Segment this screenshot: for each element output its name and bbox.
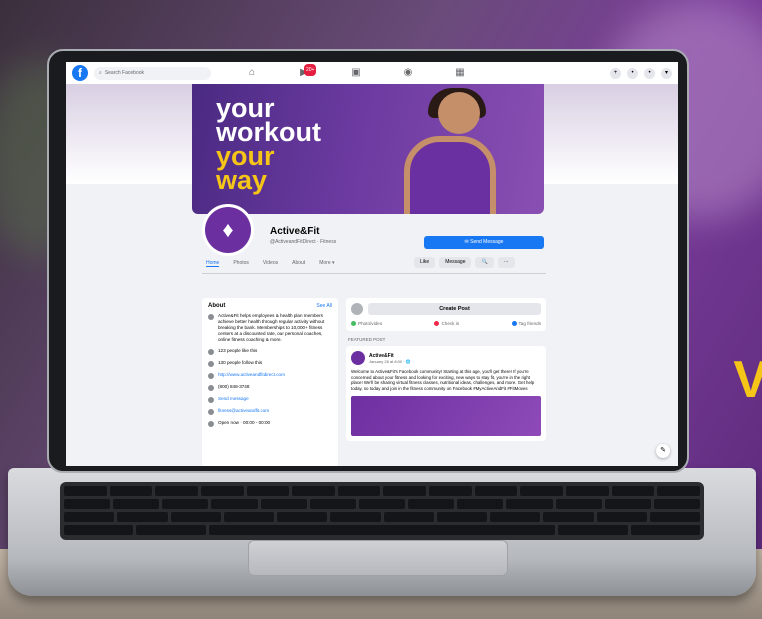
facebook-topbar: f ⌕ Search Facebook ⌂ ▶20+ ▣ ◉ ▦ + • • ▾: [66, 62, 678, 84]
clock-icon: [208, 421, 214, 427]
brand-logo-icon: ♦: [205, 207, 251, 253]
laptop-trackpad: [248, 540, 508, 576]
search-placeholder: Search Facebook: [104, 70, 145, 76]
send-message-link[interactable]: Send message: [218, 396, 249, 403]
post-timestamp[interactable]: January 28 at 8:00 · 🌐: [369, 359, 411, 364]
tab-videos[interactable]: Videos: [263, 260, 278, 267]
about-card: About See All Active&Fit helps employees…: [202, 298, 338, 466]
more-options-button[interactable]: ···: [497, 257, 515, 268]
phone-icon: [208, 385, 214, 391]
see-all-link[interactable]: See All: [316, 303, 332, 309]
photo-video-label: Photo/video: [358, 321, 383, 326]
cover-photo: your workout your way: [192, 84, 544, 214]
laptop-keyboard: [60, 482, 704, 540]
avatar: [351, 303, 363, 315]
menu-icon[interactable]: +: [610, 67, 621, 79]
page-title: Active&Fit: [270, 226, 320, 237]
post-text: Welcome to Active&Fit's Facebook communi…: [351, 369, 535, 392]
featured-label: FEATURED POST: [348, 337, 386, 343]
page-handle: @ActiveandFitDirect · Fitness: [270, 239, 337, 245]
search-input[interactable]: ⌕ Search Facebook: [94, 66, 211, 80]
page-tabs: Home Photos Videos About More ▾: [206, 260, 335, 267]
globe-icon: [208, 373, 214, 379]
gaming-icon[interactable]: ▦: [454, 67, 466, 79]
create-post-card: Create Post Photo/video Check in Tag fri…: [346, 298, 546, 332]
check-in-label: Check in: [441, 321, 460, 326]
photo-video-button[interactable]: Photo/video: [351, 321, 383, 327]
like-icon: [208, 349, 214, 355]
featured-post: Active&Fit January 28 at 8:00 · 🌐 Welcom…: [346, 346, 546, 441]
email-link[interactable]: fitness@activeandfit.com: [218, 408, 269, 415]
tag-friends-button[interactable]: Tag friends: [511, 321, 541, 327]
search-icon: ⌕: [99, 70, 102, 76]
email-icon: [208, 409, 214, 415]
message-button[interactable]: Message: [439, 257, 472, 268]
tab-photos[interactable]: Photos: [233, 260, 249, 267]
groups-icon[interactable]: ◉: [402, 67, 414, 79]
background-partial-text: V: [733, 351, 762, 409]
like-button[interactable]: Like: [414, 257, 436, 268]
tab-home[interactable]: Home: [206, 260, 220, 267]
cover-runner-body: [404, 136, 496, 214]
watch-icon[interactable]: ▶20+: [298, 64, 317, 79]
page-avatar[interactable]: ♦: [202, 204, 254, 256]
page-search-button[interactable]: 🔍: [475, 257, 494, 268]
marketplace-icon[interactable]: ▣: [350, 67, 362, 79]
about-title: About: [208, 303, 226, 309]
about-follows: 130 people follow this: [218, 360, 263, 365]
about-phone: (800) 848-3748: [218, 384, 250, 389]
facebook-logo-icon[interactable]: f: [72, 65, 88, 81]
create-post-button[interactable]: Create Post: [368, 303, 541, 315]
new-message-icon[interactable]: ✎: [656, 444, 670, 458]
send-message-button[interactable]: ✉ Send Message: [424, 236, 544, 249]
tab-more[interactable]: More ▾: [319, 260, 334, 267]
page-identity: ♦ Active&Fit @ActiveandFitDirect · Fitne…: [66, 204, 678, 290]
about-hours: Open now · 00:00 - 00:00: [218, 420, 271, 425]
location-icon: [434, 321, 440, 327]
cover-slogan: your workout your way: [216, 95, 321, 195]
about-description: Active&Fit helps employees & health plan…: [218, 313, 325, 342]
cover-runner-head: [438, 92, 480, 134]
tab-about[interactable]: About: [292, 260, 305, 267]
home-icon[interactable]: ⌂: [246, 67, 258, 79]
cover-line: way: [216, 165, 268, 195]
messenger-small-icon: [208, 397, 214, 403]
account-icon[interactable]: ▾: [661, 67, 672, 79]
messenger-icon[interactable]: •: [627, 67, 638, 79]
info-icon: [208, 314, 214, 320]
profile-header: your workout your way: [66, 84, 678, 214]
notification-badge: 20+: [304, 64, 317, 76]
feed-column: Create Post Photo/video Check in Tag fri…: [346, 298, 546, 466]
send-message-label: Send Message: [470, 239, 504, 245]
post-image[interactable]: [351, 395, 541, 436]
check-in-button[interactable]: Check in: [434, 321, 460, 327]
tag-icon: [511, 321, 517, 327]
avatar[interactable]: [351, 351, 365, 366]
divider: [202, 273, 546, 274]
website-link[interactable]: http://www.activeandfitdirect.com: [218, 372, 285, 379]
notifications-icon[interactable]: •: [644, 67, 655, 79]
follow-icon: [208, 361, 214, 367]
tag-friends-label: Tag friends: [518, 321, 541, 326]
laptop-screen: f ⌕ Search Facebook ⌂ ▶20+ ▣ ◉ ▦ + • • ▾…: [66, 62, 678, 466]
photo-icon: [351, 321, 356, 327]
about-likes: 123 people like this: [218, 348, 258, 353]
page-body: About See All Active&Fit helps employees…: [202, 298, 546, 466]
